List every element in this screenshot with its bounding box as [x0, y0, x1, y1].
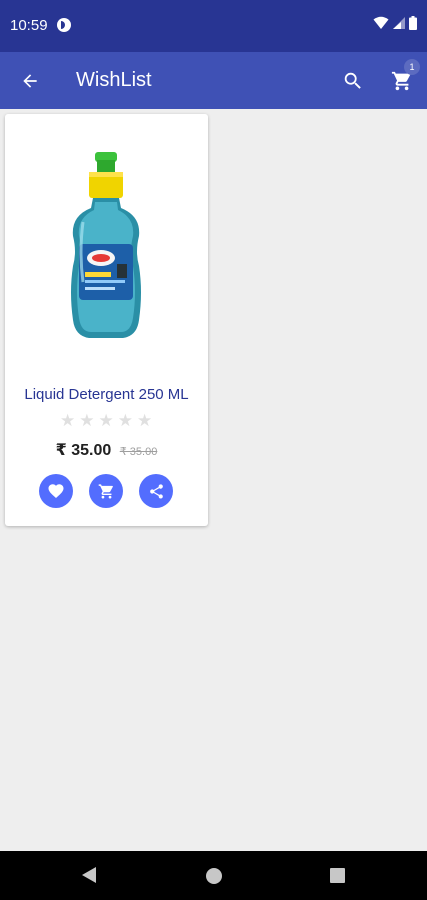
page-title: WishList [76, 69, 152, 91]
status-time: 10:59 [10, 17, 48, 34]
heart-icon [48, 484, 64, 499]
status-bar: 10:59 [0, 0, 427, 52]
price-row: ₹ 35.00 ₹ 35.00 [5, 440, 208, 460]
star-icon: ★ [137, 411, 153, 430]
share-icon [149, 483, 163, 499]
shopping-cart-icon [98, 483, 113, 499]
cart-button[interactable]: 1 [386, 59, 420, 97]
product-price: ₹ 35.00 [55, 442, 112, 459]
search-button[interactable] [338, 66, 368, 96]
app-bar: WishList 1 [0, 52, 427, 109]
product-old-price: ₹ 35.00 [119, 446, 158, 458]
product-image[interactable] [65, 152, 147, 344]
cell-signal-icon [393, 17, 405, 29]
star-icon: ★ [117, 411, 133, 430]
star-rating: ★ ★ ★ ★ ★ [60, 412, 152, 429]
add-to-cart-button[interactable] [89, 474, 123, 508]
status-icons [373, 16, 417, 30]
star-icon: ★ [60, 411, 76, 430]
app-notification-icon [57, 18, 71, 32]
star-icon: ★ [98, 411, 114, 430]
nav-back-icon[interactable] [82, 867, 96, 883]
arrow-back-icon [23, 74, 37, 88]
cart-count-badge: 1 [404, 59, 420, 75]
nav-recents-icon[interactable] [330, 868, 345, 883]
share-button[interactable] [139, 474, 173, 508]
battery-icon [409, 16, 417, 30]
system-nav-bar [0, 851, 427, 900]
wishlist-product-card[interactable]: Liquid Detergent 250 ML ★ ★ ★ ★ ★ ₹ 35.0… [5, 114, 208, 526]
search-icon [344, 72, 361, 89]
product-actions [39, 474, 173, 508]
wishlist-button[interactable] [39, 474, 73, 508]
nav-home-icon[interactable] [206, 868, 222, 884]
back-button[interactable] [14, 65, 46, 97]
product-name[interactable]: Liquid Detergent 250 ML [5, 386, 208, 403]
star-icon: ★ [79, 411, 95, 430]
wifi-icon [373, 16, 389, 29]
